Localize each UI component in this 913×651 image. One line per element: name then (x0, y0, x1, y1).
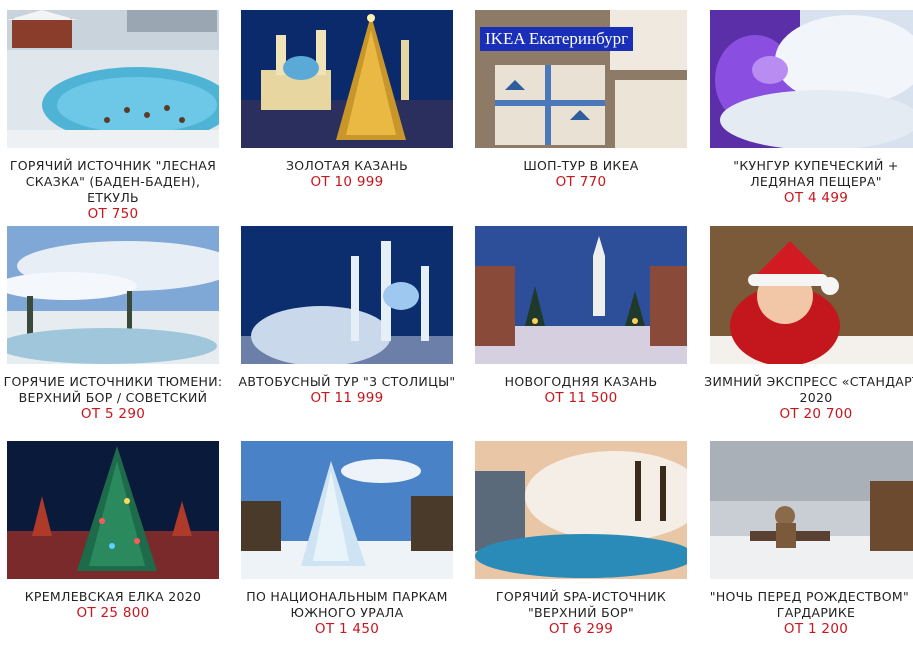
tour-card-kungur-ice-cave[interactable]: "КУНГУР КУПЕЧЕСКИЙ + ЛЕДЯНАЯ ПЕЩЕРА" ОТ … (710, 10, 913, 220)
tour-image[interactable] (710, 10, 913, 148)
tour-image[interactable] (475, 226, 687, 364)
tour-card-national-parks[interactable]: ПО НАЦИОНАЛЬНЫМ ПАРКАМ ЮЖНОГО УРАЛА ОТ 1… (241, 441, 453, 651)
tour-price: ОТ 770 (555, 174, 607, 190)
tour-image[interactable] (7, 10, 219, 148)
tour-image[interactable] (475, 441, 687, 579)
tour-price: ОТ 11 999 (310, 390, 384, 406)
tour-image[interactable] (241, 226, 453, 364)
tour-title[interactable]: "КУНГУР КУПЕЧЕСКИЙ + ЛЕДЯНАЯ ПЕЩЕРА" ОТ … (702, 158, 913, 207)
tour-title[interactable]: АВТОБУСНЫЙ ТУР "3 СТОЛИЦЫ" ОТ 11 999 (233, 374, 461, 407)
tour-price: ОТ 4 499 (783, 190, 849, 206)
tour-image[interactable] (710, 441, 913, 579)
tour-title[interactable]: "НОЧЬ ПЕРЕД РОЖДЕСТВОМ" В ГАРДАРИКЕ ОТ 1… (702, 589, 913, 638)
tour-title[interactable]: ГОРЯЧИЙ ИСТОЧНИК "ЛЕСНАЯ СКАЗКА" (БАДЕН-… (0, 158, 227, 223)
tour-price: ОТ 1 450 (314, 621, 380, 637)
tour-price: ОТ 6 299 (548, 621, 614, 637)
tour-image[interactable] (710, 226, 913, 364)
tour-price: ОТ 10 999 (310, 174, 384, 190)
tour-price: ОТ 5 290 (80, 406, 146, 422)
tour-image[interactable] (241, 441, 453, 579)
tour-card-three-capitals[interactable]: АВТОБУСНЫЙ ТУР "3 СТОЛИЦЫ" ОТ 11 999 (239, 226, 455, 436)
tour-title[interactable]: ГОРЯЧИЙ SPA-ИСТОЧНИК "ВЕРХНИЙ БОР" ОТ 6 … (467, 589, 695, 638)
tour-card-new-year-kazan[interactable]: НОВОГОДНЯЯ КАЗАНЬ ОТ 11 500 (475, 226, 687, 436)
tour-image[interactable] (7, 441, 219, 579)
tour-title[interactable]: ПО НАЦИОНАЛЬНЫМ ПАРКАМ ЮЖНОГО УРАЛА ОТ 1… (233, 589, 461, 638)
tour-price: ОТ 25 800 (76, 605, 150, 621)
tour-price: ОТ 11 500 (544, 390, 618, 406)
tour-price: ОТ 750 (87, 206, 139, 222)
tour-title[interactable]: ГОРЯЧИЕ ИСТОЧНИКИ ТЮМЕНИ: ВЕРХНИЙ БОР / … (0, 374, 227, 423)
tour-title[interactable]: ЗОЛОТАЯ КАЗАНЬ ОТ 10 999 (233, 158, 461, 191)
tour-title[interactable]: НОВОГОДНЯЯ КАЗАНЬ ОТ 11 500 (467, 374, 695, 407)
tour-price: ОТ 20 700 (779, 406, 853, 422)
tour-card-tyumen-hot-springs[interactable]: ГОРЯЧИЕ ИСТОЧНИКИ ТЮМЕНИ: ВЕРХНИЙ БОР / … (4, 226, 222, 436)
tour-card-hot-spring-lesnaya-skazka[interactable]: ГОРЯЧИЙ ИСТОЧНИК "ЛЕСНАЯ СКАЗКА" (БАДЕН-… (7, 10, 219, 222)
tour-image[interactable] (7, 226, 219, 364)
tour-title[interactable]: ШОП-ТУР В ИКЕА ОТ 770 (467, 158, 695, 191)
tour-title[interactable]: КРЕМЛЕВСКАЯ ЕЛКА 2020 ОТ 25 800 (0, 589, 227, 622)
tour-price: ОТ 1 200 (783, 621, 849, 637)
ikea-badge: IKEA Екатеринбург (480, 27, 634, 51)
tour-card-spa-verkhny-bor[interactable]: ГОРЯЧИЙ SPA-ИСТОЧНИК "ВЕРХНИЙ БОР" ОТ 6 … (475, 441, 687, 651)
tour-card-ikea-shop-tour[interactable]: IKEA Екатеринбург ШОП-ТУР В ИКЕА ОТ 770 (475, 10, 687, 220)
tour-card-kremlin-tree[interactable]: КРЕМЛЕВСКАЯ ЕЛКА 2020 ОТ 25 800 (7, 441, 219, 651)
tour-card-golden-kazan[interactable]: ЗОЛОТАЯ КАЗАНЬ ОТ 10 999 (241, 10, 453, 220)
tour-image[interactable]: IKEA Екатеринбург (475, 10, 687, 148)
tour-card-night-before-christmas[interactable]: "НОЧЬ ПЕРЕД РОЖДЕСТВОМ" В ГАРДАРИКЕ ОТ 1… (710, 441, 913, 651)
tour-card-winter-express[interactable]: ЗИМНИЙ ЭКСПРЕСС «СТАНДАРТ» 2020 ОТ 20 70… (704, 226, 913, 436)
tour-title[interactable]: ЗИМНИЙ ЭКСПРЕСС «СТАНДАРТ» 2020 ОТ 20 70… (702, 374, 913, 423)
tour-image[interactable] (241, 10, 453, 148)
